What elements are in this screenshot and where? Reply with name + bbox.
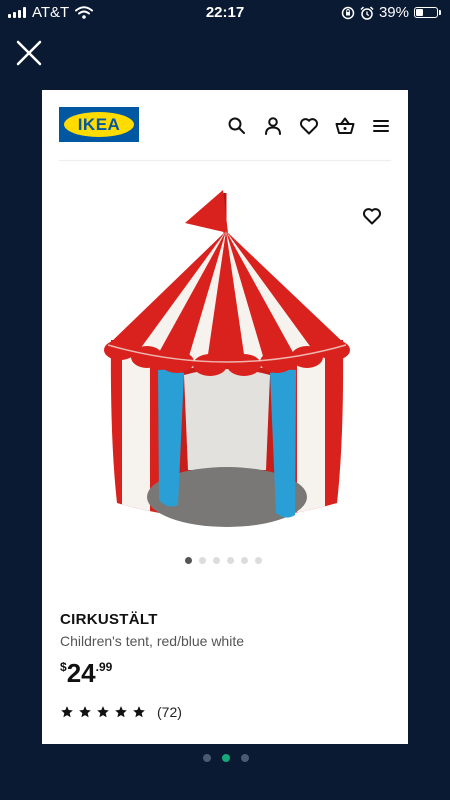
profile-icon[interactable] — [262, 115, 284, 137]
product-name[interactable]: CIRKUSTÄLT — [60, 611, 158, 628]
battery-icon — [414, 7, 441, 18]
star-icon — [79, 706, 91, 718]
carousel-dot[interactable] — [213, 557, 220, 564]
heart-icon[interactable] — [298, 115, 320, 137]
product-description: Children's tent, red/blue white — [60, 633, 244, 649]
rating-count: (72) — [157, 704, 182, 720]
status-bar: AT&T 22:17 39% — [0, 0, 450, 24]
carousel-dot[interactable] — [255, 557, 262, 564]
carousel-dot[interactable] — [227, 557, 234, 564]
page-indicator[interactable] — [203, 754, 249, 762]
alarm-icon — [360, 5, 374, 20]
carousel-dot[interactable] — [199, 557, 206, 564]
carousel-dot[interactable] — [185, 557, 192, 564]
page-dot[interactable] — [222, 754, 230, 762]
header-divider — [59, 160, 391, 161]
price-cents: .99 — [95, 660, 113, 674]
star-icon — [133, 706, 145, 718]
header-icons — [226, 115, 392, 137]
orientation-lock-icon — [341, 6, 355, 19]
price-whole: 24 — [66, 658, 96, 688]
favorite-icon[interactable] — [361, 205, 383, 227]
star-icon — [97, 706, 109, 718]
star-icon — [61, 706, 73, 718]
carousel-dot[interactable] — [241, 557, 248, 564]
product-card[interactable]: IKEA CIRKUSTÄLT Children's tent, red/blu… — [42, 90, 408, 744]
page-dot[interactable] — [241, 754, 249, 762]
basket-icon[interactable] — [334, 115, 356, 137]
page-dot[interactable] — [203, 754, 211, 762]
circus-tent-image[interactable] — [102, 185, 352, 543]
product-price: $24.99 — [60, 658, 112, 689]
image-carousel-dots[interactable] — [185, 557, 262, 564]
star-icon — [115, 706, 127, 718]
site-header: IKEA — [42, 90, 408, 160]
battery-fill — [416, 9, 424, 16]
ikea-logo[interactable]: IKEA — [59, 107, 139, 142]
search-icon[interactable] — [226, 115, 248, 137]
menu-icon[interactable] — [370, 115, 392, 137]
battery-percent: 39% — [378, 4, 409, 21]
product-rating[interactable]: (72) — [60, 704, 182, 720]
status-right: 39% — [341, 4, 441, 21]
price-currency: $ — [60, 660, 67, 674]
close-icon[interactable] — [14, 38, 44, 68]
logo-text: IKEA — [77, 115, 121, 134]
